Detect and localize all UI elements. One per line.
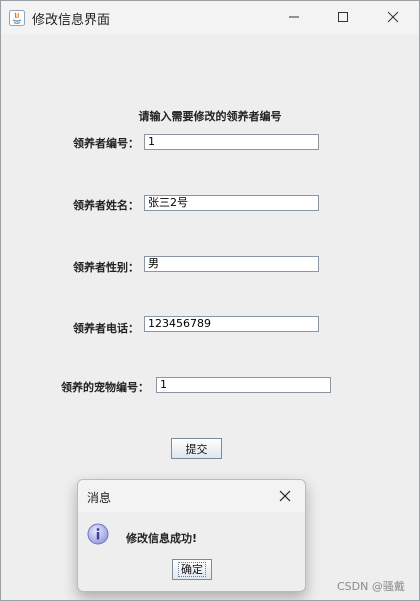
- title-bar[interactable]: 修改信息界面: [1, 1, 419, 34]
- form-heading: 请输入需要修改的领养者编号: [138, 110, 282, 123]
- dialog-title-bar[interactable]: 消息: [78, 480, 305, 512]
- ok-button[interactable]: 确定: [172, 559, 212, 580]
- pet-id-input[interactable]: 1: [156, 377, 331, 393]
- adopter-id-input[interactable]: 1: [144, 134, 319, 150]
- adopter-name-input[interactable]: 张三2号: [144, 195, 319, 211]
- submit-button[interactable]: 提交: [171, 438, 222, 459]
- maximize-button[interactable]: [320, 1, 366, 34]
- adopter-gender-label: 领养者性别：: [73, 261, 139, 274]
- message-dialog: 消息 修改信息成功! 确定: [77, 479, 306, 592]
- minimize-icon: [288, 8, 300, 27]
- java-icon: [9, 10, 25, 26]
- info-icon: [87, 523, 109, 545]
- close-button[interactable]: [370, 1, 416, 34]
- window-title: 修改信息界面: [32, 13, 111, 28]
- dialog-message: 修改信息成功!: [126, 532, 198, 545]
- ok-button-label: 确定: [178, 562, 206, 577]
- adopter-name-label: 领养者姓名：: [73, 199, 139, 212]
- pet-id-label: 领养的宠物编号：: [61, 381, 149, 394]
- dialog-close-button[interactable]: [273, 484, 297, 508]
- main-window: 修改信息界面 请输入需要修改的领养者编号 领养者编号： 1 领养者姓名： 张三2…: [0, 0, 420, 601]
- minimize-button[interactable]: [271, 1, 317, 34]
- close-icon: [387, 8, 399, 27]
- adopter-phone-label: 领养者电话：: [73, 322, 139, 335]
- dialog-title: 消息: [87, 491, 112, 505]
- maximize-icon: [337, 8, 349, 27]
- adopter-gender-input[interactable]: 男: [144, 256, 319, 272]
- close-icon: [279, 487, 291, 506]
- adopter-id-label: 领养者编号：: [73, 137, 139, 150]
- adopter-phone-input[interactable]: 123456789: [144, 316, 319, 332]
- watermark: CSDN @骚戴: [337, 580, 405, 593]
